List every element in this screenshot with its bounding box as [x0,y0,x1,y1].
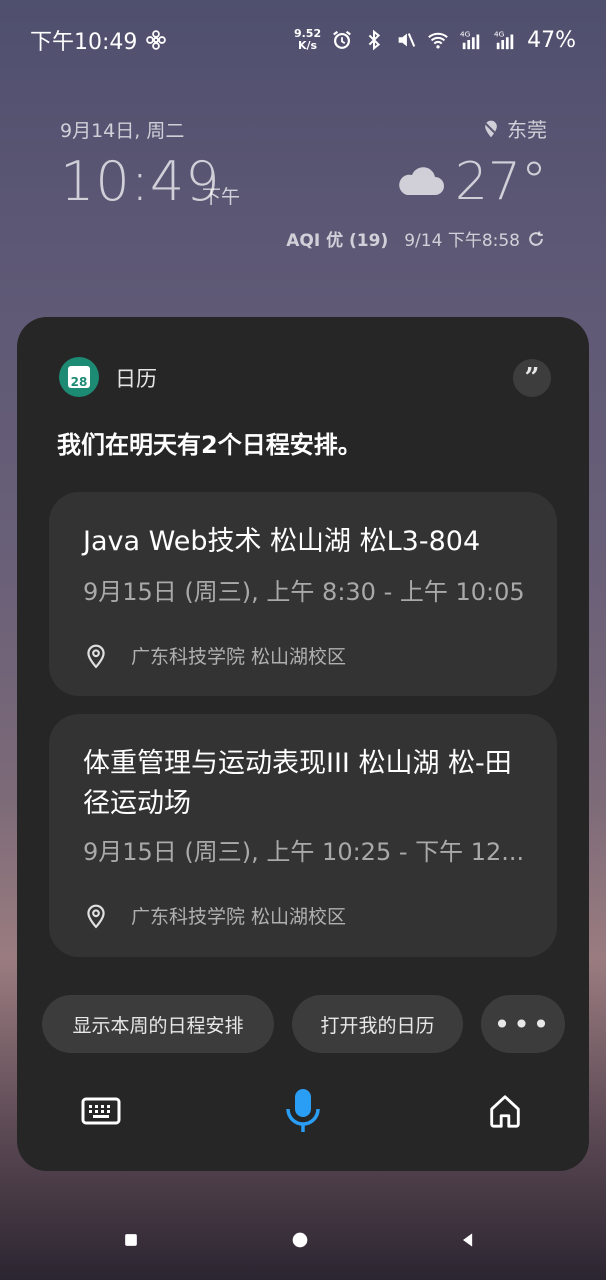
home-button-icon[interactable] [288,1228,312,1252]
event-card[interactable]: Java Web技术 松山湖 松L3-804 9月15日 (周三), 上午 8:… [49,492,557,696]
back-icon[interactable] [456,1228,480,1252]
event-card[interactable]: 体重管理与运动表现III 松山湖 松-田径运动场 9月15日 (周三), 上午 … [49,714,557,957]
cellular-signal-2-icon: 4G [493,29,517,51]
more-options-button[interactable]: ••• [481,995,565,1053]
show-week-schedule-chip[interactable]: 显示本周的日程安排 [42,995,274,1053]
widget-date: 9月14日, 周二 [60,120,185,142]
widget-temperature: 27° [395,152,547,212]
widget-city: 东莞 [481,114,547,143]
app-name: 日历 [115,367,157,391]
widget-ampm: 下午 [202,186,241,208]
assistant-response: 我们在明天有2个日程安排。 [57,431,362,459]
aqi-value: AQI 优 (19) [286,231,389,251]
fan-icon [145,29,167,51]
open-calendar-chip[interactable]: 打开我的日历 [292,995,463,1053]
alarm-icon [331,29,353,51]
network-speed: 9.52 K/s [293,27,322,52]
location-pin-icon [87,644,105,668]
svg-text:4G: 4G [460,29,471,38]
event-time: 9月15日 (周三), 上午 10:25 - 下午 12... [83,838,525,866]
microphone-icon[interactable] [279,1087,327,1135]
navigation-bar [0,1210,606,1270]
recent-apps-icon[interactable] [119,1228,143,1252]
svg-text:4G: 4G [494,29,505,38]
update-time: 9/14 下午8:58 [404,231,520,251]
event-location: 广东科技学院 松山湖校区 [83,902,346,929]
event-time: 9月15日 (周三), 上午 8:30 - 上午 10:05 [83,578,525,606]
clock-weather-widget[interactable]: 9月14日, 周二 10:49 下午 东莞 27° AQI 优 (19) 9/1… [60,110,550,260]
calendar-app-icon: 28 [59,357,99,397]
event-location: 广东科技学院 松山湖校区 [83,642,346,669]
cellular-signal-1-icon: 4G [459,29,483,51]
location-off-icon [483,120,499,137]
widget-aqi-row: AQI 优 (19) 9/14 下午8:58 [286,226,546,251]
battery-level: 47% [527,27,576,53]
mute-icon [395,29,417,51]
bluetooth-icon [363,29,385,51]
wifi-icon [427,29,449,51]
status-bar: 下午10:49 9.52 K/s 4G 4G 47% [0,0,606,80]
status-time: 下午10:49 [30,30,138,55]
quote-icon[interactable]: ” [513,359,551,397]
home-icon[interactable] [481,1087,529,1135]
keyboard-icon[interactable] [77,1087,125,1135]
event-title: 体重管理与运动表现III 松山湖 松-田径运动场 [83,748,512,819]
location-pin-icon [87,904,105,928]
cloud-icon [399,167,444,195]
assistant-panel: 28 日历 ” 我们在明天有2个日程安排。 Java Web技术 松山湖 松L3… [17,317,589,1171]
event-title: Java Web技术 松山湖 松L3-804 [83,526,481,557]
refresh-icon[interactable] [526,229,546,249]
widget-time: 10:49 [60,150,221,213]
